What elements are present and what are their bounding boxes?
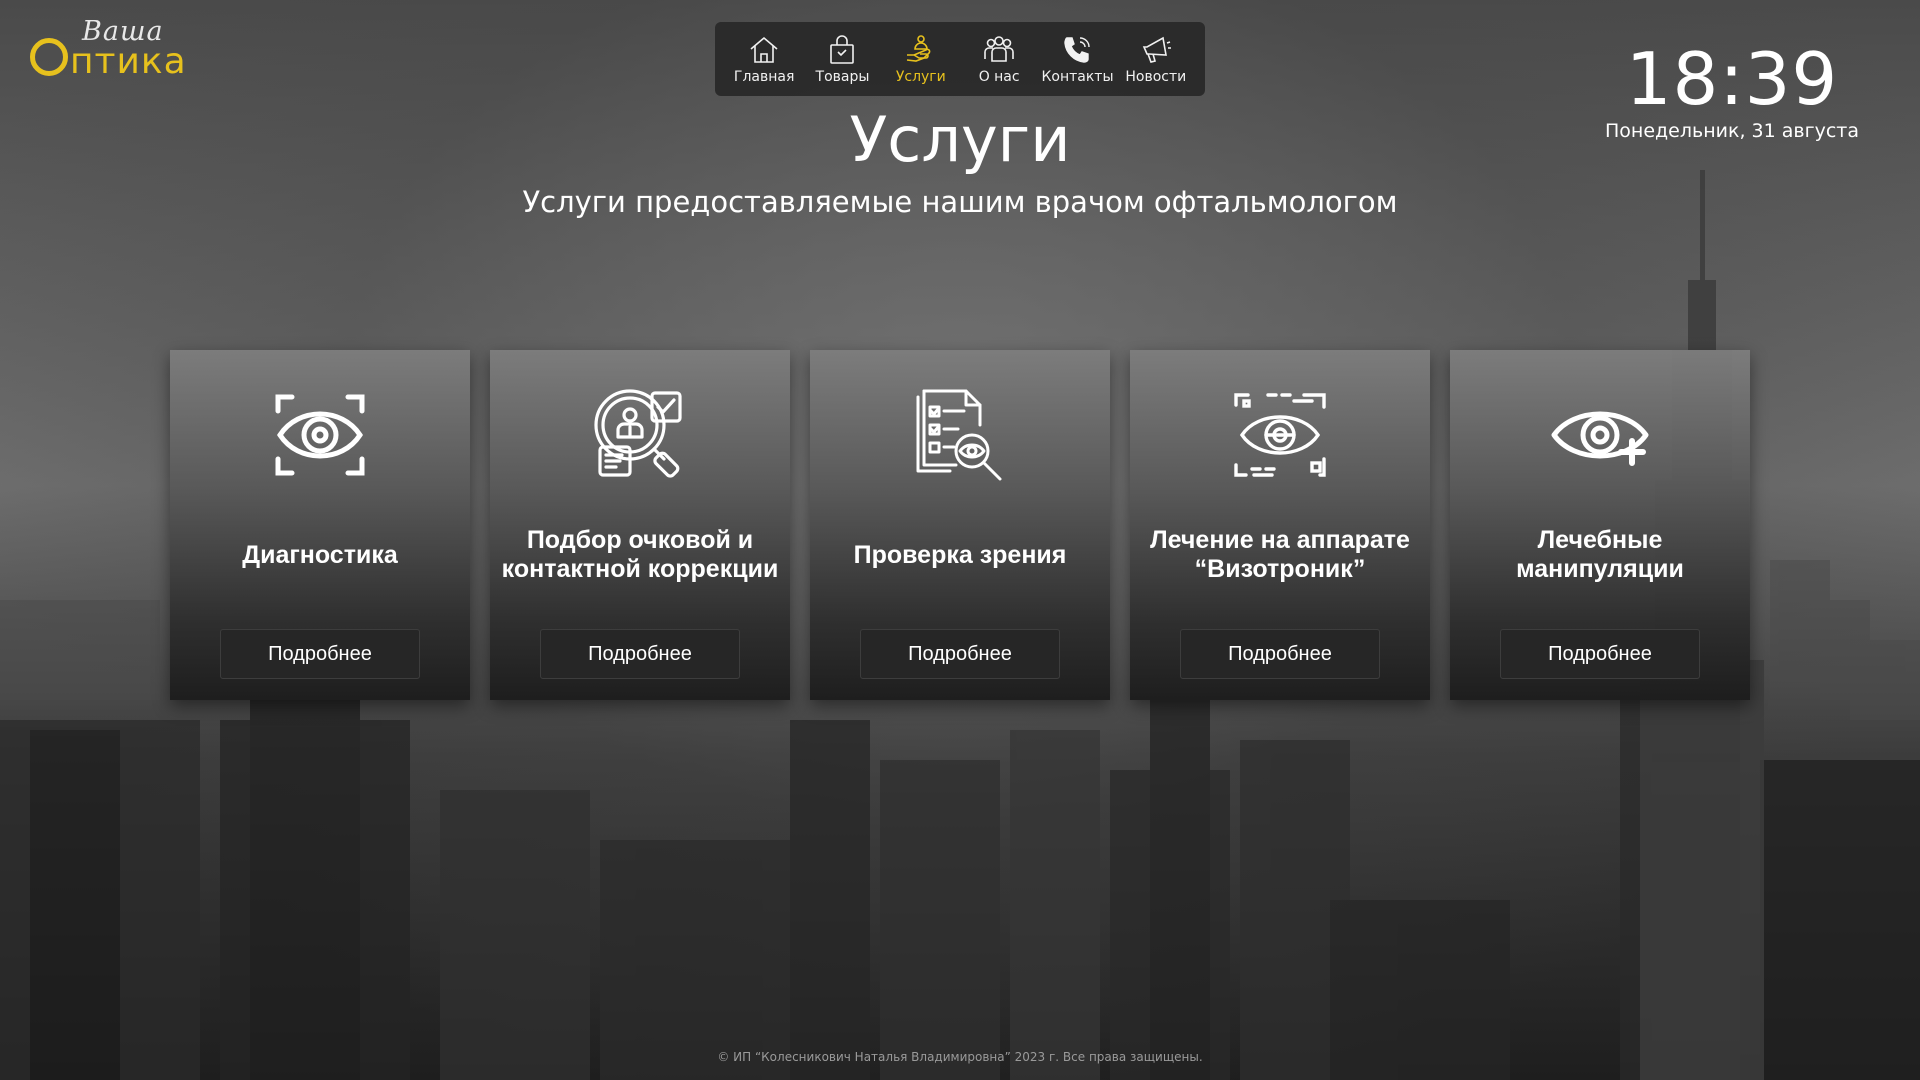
nav-item-about[interactable]: О нас (960, 22, 1038, 96)
nav-item-contacts[interactable]: Контакты (1038, 22, 1116, 96)
details-button[interactable]: Подробнее (540, 629, 740, 679)
details-button[interactable]: Подробнее (1180, 629, 1380, 679)
service-card-diagnostics[interactable]: Диагностика Подробнее (170, 350, 470, 700)
megaphone-icon (1142, 36, 1171, 63)
logo-main-text: птика (70, 41, 187, 82)
eye-device-icon (1230, 385, 1330, 485)
page-subtitle: Услуги предоставляемые нашим врачом офта… (522, 185, 1398, 219)
service-card-treatment[interactable]: Лечебные манипуляции Подробнее (1450, 350, 1750, 700)
services-cards: Диагностика Подробнее Подбор очковой и к… (170, 350, 1750, 700)
service-card-correction[interactable]: Подбор очковой и контактной коррекции По… (490, 350, 790, 700)
nav-item-label: Контакты (1041, 69, 1114, 85)
phone-icon (1064, 37, 1091, 63)
service-card-title: Лечебные манипуляции (1516, 526, 1684, 583)
nav-item-news[interactable]: Новости (1117, 22, 1195, 96)
service-card-title: Подбор очковой и контактной коррекции (501, 526, 779, 583)
eye-plus-icon (1550, 385, 1650, 485)
logo-o-ring (30, 38, 68, 76)
copyright-footer: © ИП “Колесникович Наталья Владимировна”… (717, 1050, 1203, 1064)
home-icon (750, 36, 778, 63)
kiosk-screen: Ваша птика Главная Товары Услуги О нас К… (0, 0, 1920, 1080)
nav-item-services[interactable]: Услуги (882, 22, 960, 96)
nav-item-label: Главная (733, 69, 795, 85)
nav-item-label: Услуги (895, 69, 946, 85)
nav-item-label: Товары (815, 69, 870, 85)
shopping-bag-icon (830, 35, 855, 64)
eye-test-checklist-icon (910, 385, 1010, 485)
service-card-title: Лечение на аппарате “Визотроник” (1150, 526, 1410, 583)
nav-item-home[interactable]: Главная (725, 22, 803, 96)
eye-scan-icon (270, 385, 370, 485)
service-card-title: Проверка зрения (853, 540, 1067, 569)
details-button[interactable]: Подробнее (220, 629, 420, 679)
service-card-vizotronik[interactable]: Лечение на аппарате “Визотроник” Подробн… (1130, 350, 1430, 700)
team-icon (984, 36, 1014, 62)
doctor-search-icon (590, 385, 690, 485)
nav-item-label: О нас (978, 69, 1020, 85)
service-hand-icon (906, 35, 931, 62)
details-button[interactable]: Подробнее (1500, 629, 1700, 679)
nav-item-label: Новости (1125, 69, 1187, 85)
brand-logo[interactable]: Ваша птика (28, 14, 228, 84)
service-card-vision-check[interactable]: Проверка зрения Подробнее (810, 350, 1110, 700)
details-button[interactable]: Подробнее (860, 629, 1060, 679)
page-title: Услуги (849, 103, 1071, 176)
main-navigation: Главная Товары Услуги О нас Контакты Нов… (715, 22, 1205, 96)
service-card-title: Диагностика (242, 540, 398, 569)
nav-item-products[interactable]: Товары (803, 22, 881, 96)
